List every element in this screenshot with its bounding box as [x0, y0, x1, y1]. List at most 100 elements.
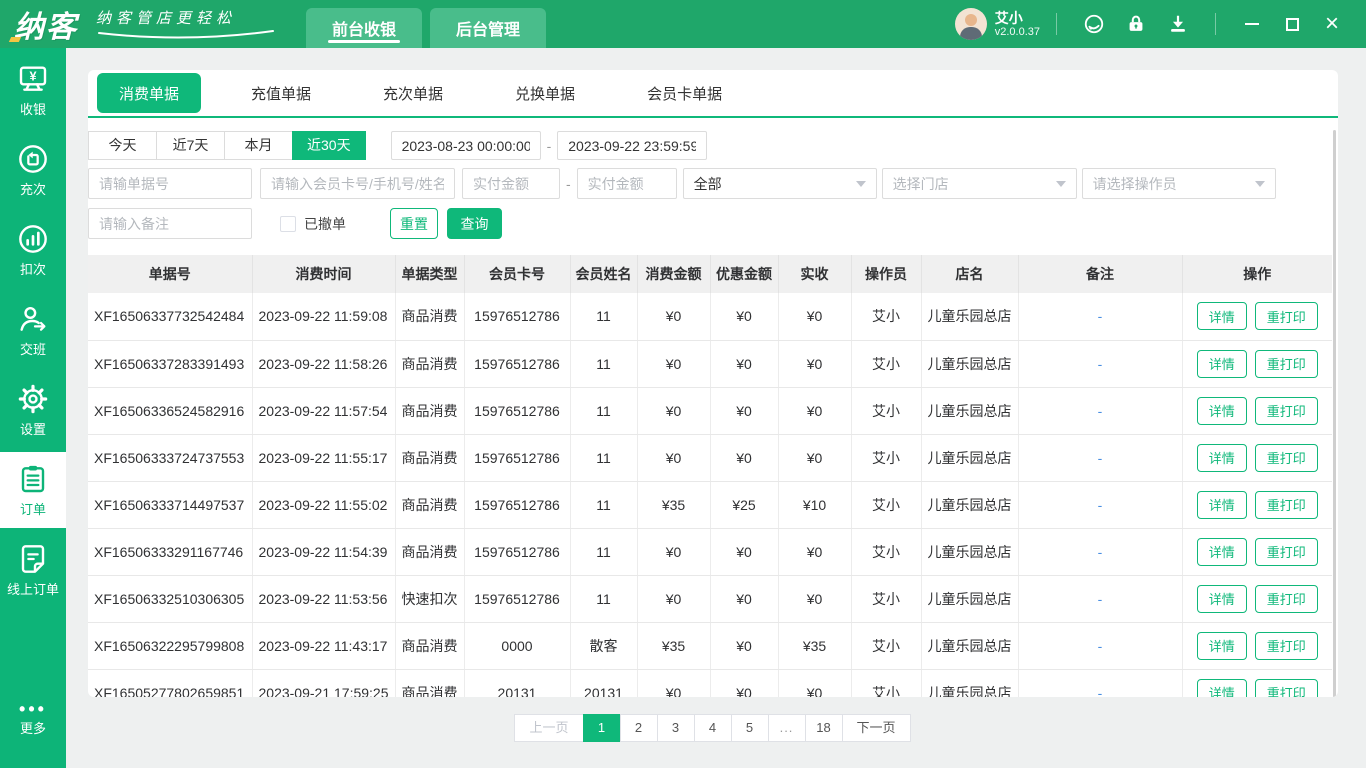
sidebar-item-settings[interactable]: 设置	[0, 372, 66, 448]
user-avatar[interactable]	[955, 8, 987, 40]
detail-button[interactable]: 详情	[1197, 679, 1247, 698]
operator-select[interactable]: 请选择操作员	[1082, 168, 1276, 199]
table-row: XF165063332911677462023-09-22 11:54:39商品…	[88, 528, 1332, 575]
reprint-button[interactable]: 重打印	[1255, 444, 1318, 472]
support-icon[interactable]	[1083, 13, 1105, 35]
store-select[interactable]: 选择门店	[882, 168, 1077, 199]
user-name: 艾小	[995, 10, 1040, 26]
table-cell: 艾小	[851, 293, 921, 340]
nav-tab-front-cashier[interactable]: 前台收银	[306, 8, 422, 48]
remark-input[interactable]	[88, 208, 252, 239]
table-cell: -	[1018, 669, 1182, 697]
table-cell: ¥0	[778, 340, 851, 387]
table-header-cell: 消费时间	[252, 255, 395, 293]
tab-recharge-times-orders[interactable]: 充次单据	[361, 73, 465, 113]
table-cell: 儿童乐园总店	[921, 340, 1018, 387]
detail-button[interactable]: 详情	[1197, 350, 1247, 378]
close-button[interactable]: ×	[1323, 15, 1341, 33]
lock-icon[interactable]	[1125, 13, 1147, 35]
tab-recharge-orders[interactable]: 充值单据	[229, 73, 333, 113]
tab-member-card-orders[interactable]: 会员卡单据	[625, 73, 744, 113]
table-cell: XF16506337283391493	[88, 340, 252, 387]
table-cell: 2023-09-22 11:55:17	[252, 434, 395, 481]
detail-button[interactable]: 详情	[1197, 397, 1247, 425]
app-version: v2.0.0.37	[995, 26, 1040, 39]
reset-button[interactable]: 重置	[390, 208, 438, 239]
reprint-button[interactable]: 重打印	[1255, 350, 1318, 378]
detail-button[interactable]: 详情	[1197, 302, 1247, 330]
table-cell: 商品消费	[395, 293, 464, 340]
start-date-input[interactable]	[391, 131, 541, 160]
online-orders-icon	[16, 543, 50, 575]
quick-date-30days[interactable]: 近30天	[292, 131, 366, 160]
minimize-button[interactable]	[1243, 15, 1261, 33]
app-logo: 纳客	[14, 2, 78, 46]
order-type-select[interactable]: 全部	[683, 168, 877, 199]
sidebar-item-deduct-times[interactable]: 扣次	[0, 212, 66, 288]
reprint-button[interactable]: 重打印	[1255, 491, 1318, 519]
reprint-button[interactable]: 重打印	[1255, 632, 1318, 660]
table-cell: 散客	[570, 622, 637, 669]
download-icon[interactable]	[1167, 13, 1189, 35]
table-cell: ¥0	[778, 669, 851, 697]
revoked-checkbox[interactable]	[280, 216, 296, 232]
table-cell: -	[1018, 340, 1182, 387]
logo-text: 纳客	[14, 2, 78, 46]
maximize-button[interactable]	[1283, 15, 1301, 33]
reprint-button[interactable]: 重打印	[1255, 538, 1318, 566]
page-number-button[interactable]: 5	[731, 714, 769, 742]
sidebar: ¥ 收银 充次 扣次 交班	[0, 48, 66, 768]
detail-button[interactable]: 详情	[1197, 632, 1247, 660]
amount-max-input[interactable]	[577, 168, 677, 199]
orders-panel: 消费单据 充值单据 充次单据 兑换单据 会员卡单据 今天 近7天 本月 近30天…	[88, 70, 1338, 697]
quick-date-today[interactable]: 今天	[88, 131, 157, 160]
sidebar-item-recharge-times[interactable]: 充次	[0, 132, 66, 208]
table-cell: 艾小	[851, 481, 921, 528]
table-cell: 2023-09-22 11:54:39	[252, 528, 395, 575]
reprint-button[interactable]: 重打印	[1255, 302, 1318, 330]
reprint-button[interactable]: 重打印	[1255, 585, 1318, 613]
member-search-input[interactable]	[260, 168, 455, 199]
deduct-times-icon	[16, 223, 50, 255]
sidebar-item-online-orders[interactable]: 线上订单	[0, 532, 66, 608]
quick-date-7days[interactable]: 近7天	[156, 131, 225, 160]
chevron-down-icon	[1056, 181, 1066, 187]
table-cell: XF16506333291167746	[88, 528, 252, 575]
tab-consume-orders[interactable]: 消费单据	[97, 73, 201, 113]
tab-exchange-orders[interactable]: 兑换单据	[493, 73, 597, 113]
reprint-button[interactable]: 重打印	[1255, 679, 1318, 698]
page-number-button[interactable]: 18	[805, 714, 843, 742]
sidebar-item-cashier[interactable]: ¥ 收银	[0, 52, 66, 128]
end-date-input[interactable]	[557, 131, 707, 160]
page-number-button[interactable]: 4	[694, 714, 732, 742]
detail-button[interactable]: 详情	[1197, 585, 1247, 613]
table-cell: -	[1018, 528, 1182, 575]
nav-tab-backend-admin[interactable]: 后台管理	[430, 8, 546, 48]
page-number-button[interactable]: 2	[620, 714, 658, 742]
next-page-button[interactable]: 下一页	[842, 714, 911, 742]
table-cell: 儿童乐园总店	[921, 575, 1018, 622]
settings-gear-icon	[16, 383, 50, 415]
table-cell: 商品消费	[395, 528, 464, 575]
page-number-button[interactable]: 3	[657, 714, 695, 742]
table-cell: 商品消费	[395, 387, 464, 434]
sidebar-item-shift-handover[interactable]: 交班	[0, 292, 66, 368]
table-cell: 15976512786	[464, 575, 570, 622]
document-tabs: 消费单据 充值单据 充次单据 兑换单据 会员卡单据	[88, 70, 1338, 118]
vertical-scrollbar[interactable]	[1333, 130, 1336, 697]
sidebar-item-more[interactable]: ••• 更多	[0, 682, 66, 758]
quick-date-month[interactable]: 本月	[224, 131, 293, 160]
reprint-button[interactable]: 重打印	[1255, 397, 1318, 425]
detail-button[interactable]: 详情	[1197, 538, 1247, 566]
detail-button[interactable]: 详情	[1197, 491, 1247, 519]
search-button[interactable]: 查询	[447, 208, 502, 239]
table-cell: ¥0	[710, 293, 778, 340]
page-number-button[interactable]: 1	[583, 714, 621, 742]
more-pages-button[interactable]: ...	[768, 714, 806, 742]
table-cell: 商品消费	[395, 340, 464, 387]
amount-min-input[interactable]	[462, 168, 560, 199]
order-no-input[interactable]	[88, 168, 252, 199]
detail-button[interactable]: 详情	[1197, 444, 1247, 472]
table-cell-actions: 详情重打印	[1182, 481, 1332, 528]
sidebar-item-orders[interactable]: 订单	[0, 452, 66, 528]
